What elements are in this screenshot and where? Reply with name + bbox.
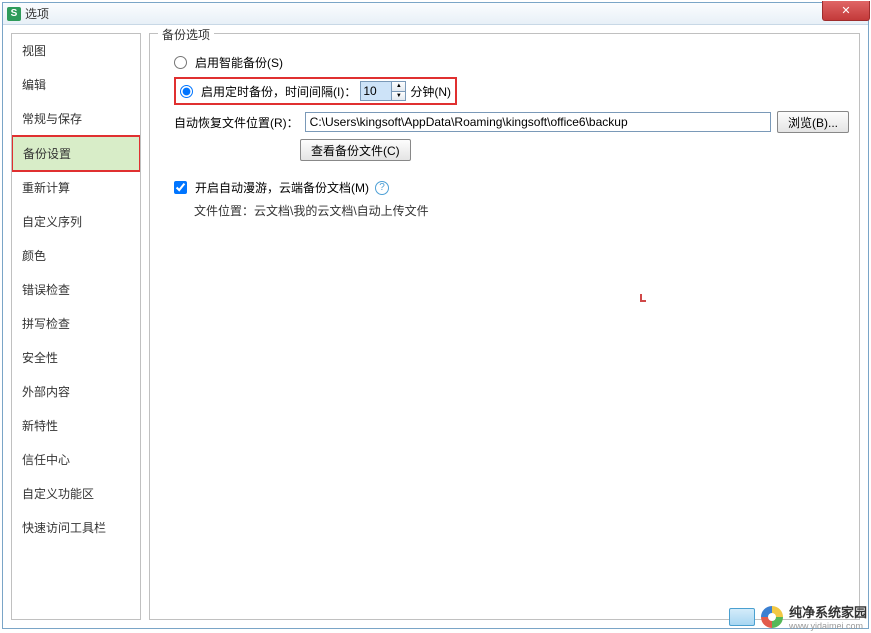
sidebar-item-5[interactable]: 自定义序列 (12, 205, 140, 239)
timed-backup-radio[interactable] (180, 85, 193, 98)
interval-unit-label: 分钟(N) (410, 83, 451, 100)
sidebar-item-14[interactable]: 快速访问工具栏 (12, 511, 140, 545)
timed-backup-highlight: 启用定时备份，时间间隔(I)： ▲ ▼ 分钟(N) (174, 77, 457, 105)
brand-logo-icon (761, 606, 783, 628)
sidebar-item-0[interactable]: 视图 (12, 34, 140, 68)
sidebar-item-10[interactable]: 外部内容 (12, 375, 140, 409)
spinner-buttons[interactable]: ▲ ▼ (391, 82, 405, 100)
spinner-down-icon[interactable]: ▼ (392, 92, 405, 101)
help-icon[interactable]: ? (375, 181, 389, 195)
footer-brand: 纯净系统家园 www.yidaimei.com (729, 602, 867, 631)
smart-backup-radio[interactable] (174, 56, 187, 69)
smart-backup-row: 启用智能备份(S) (174, 54, 849, 71)
sidebar-item-8[interactable]: 拼写检查 (12, 307, 140, 341)
window-title: 选项 (25, 5, 49, 22)
interval-input[interactable] (361, 82, 391, 100)
timed-backup-label: 启用定时备份，时间间隔(I)： (201, 83, 356, 100)
sidebar-item-7[interactable]: 错误检查 (12, 273, 140, 307)
recover-path-input[interactable] (305, 112, 771, 132)
group-title: 备份选项 (158, 26, 214, 43)
backup-options-group: 备份选项 启用智能备份(S) 启用定时备份，时间间隔(I)： ▲ ▼ (149, 33, 860, 620)
timed-backup-row: 启用定时备份，时间间隔(I)： ▲ ▼ 分钟(N) (174, 77, 849, 105)
file-location-label: 文件位置：云文档\我的云文档\自动上传文件 (194, 202, 849, 219)
sidebar: 视图编辑常规与保存备份设置重新计算自定义序列颜色错误检查拼写检查安全性外部内容新… (11, 33, 141, 620)
recover-path-label: 自动恢复文件位置(R)： (174, 114, 299, 131)
brand-name: 纯净系统家园 (789, 602, 867, 621)
sidebar-item-13[interactable]: 自定义功能区 (12, 477, 140, 511)
interval-spinner[interactable]: ▲ ▼ (360, 81, 406, 101)
auto-roam-checkbox[interactable] (174, 181, 187, 194)
sidebar-item-12[interactable]: 信任中心 (12, 443, 140, 477)
close-button[interactable]: ✕ (822, 1, 870, 21)
auto-roam-row: 开启自动漫游，云端备份文档(M) ? (174, 179, 849, 196)
auto-roam-label: 开启自动漫游，云端备份文档(M) (195, 179, 369, 196)
titlebar: S 选项 ✕ (3, 3, 868, 25)
options-dialog: S 选项 ✕ 视图编辑常规与保存备份设置重新计算自定义序列颜色错误检查拼写检查安… (2, 2, 869, 629)
app-icon: S (7, 7, 21, 21)
brand-url: www.yidaimei.com (789, 621, 867, 631)
browse-button[interactable]: 浏览(B)... (777, 111, 849, 133)
spinner-up-icon[interactable]: ▲ (392, 82, 405, 92)
sidebar-item-4[interactable]: 重新计算 (12, 171, 140, 205)
view-backup-row: 查看备份文件(C) (300, 139, 849, 161)
cursor-marker (640, 294, 646, 302)
view-backup-button[interactable]: 查看备份文件(C) (300, 139, 411, 161)
sidebar-item-6[interactable]: 颜色 (12, 239, 140, 273)
dialog-body: 视图编辑常规与保存备份设置重新计算自定义序列颜色错误检查拼写检查安全性外部内容新… (3, 25, 868, 628)
sidebar-item-9[interactable]: 安全性 (12, 341, 140, 375)
main-panel: 备份选项 启用智能备份(S) 启用定时备份，时间间隔(I)： ▲ ▼ (149, 33, 860, 620)
brand-text-wrap: 纯净系统家园 www.yidaimei.com (789, 602, 867, 631)
sidebar-item-2[interactable]: 常规与保存 (12, 102, 140, 136)
sidebar-item-1[interactable]: 编辑 (12, 68, 140, 102)
sidebar-item-11[interactable]: 新特性 (12, 409, 140, 443)
smart-backup-label: 启用智能备份(S) (195, 54, 283, 71)
footer-badge-icon (729, 608, 755, 626)
recover-path-row: 自动恢复文件位置(R)： 浏览(B)... (174, 111, 849, 133)
sidebar-item-3[interactable]: 备份设置 (11, 135, 141, 172)
